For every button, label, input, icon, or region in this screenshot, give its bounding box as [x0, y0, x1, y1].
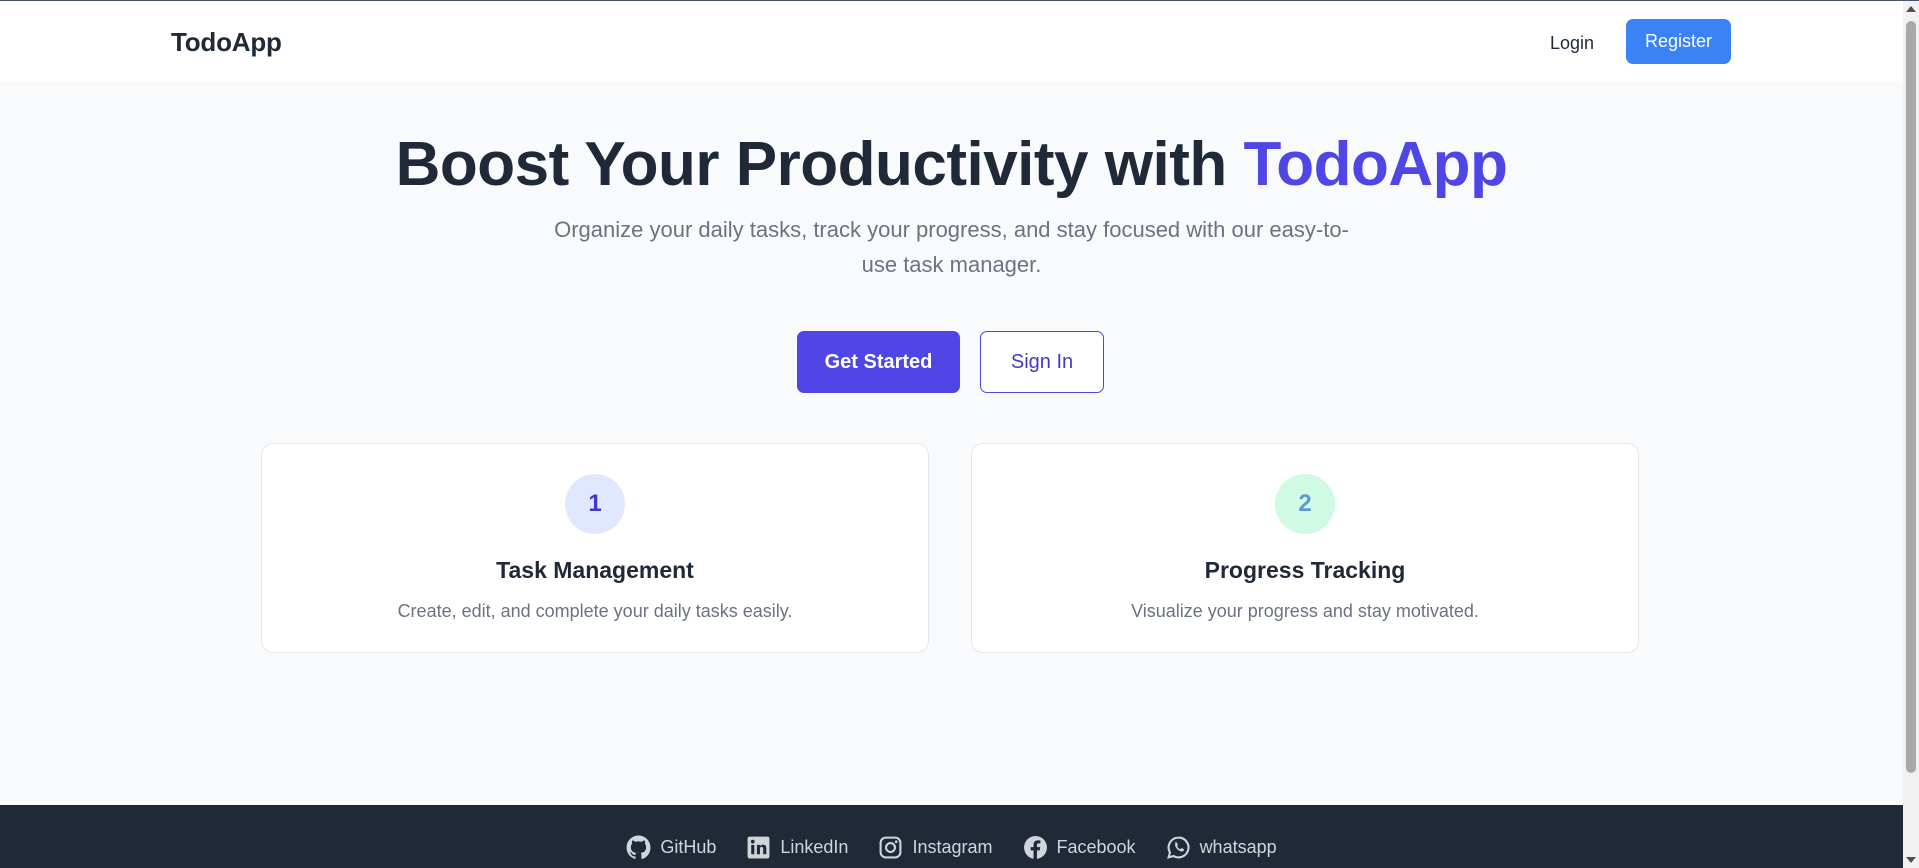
linkedin-icon	[746, 835, 771, 860]
footer-link-github[interactable]: GitHub	[626, 835, 716, 860]
feature-number-badge: 2	[1275, 474, 1335, 534]
feature-card-task-management: 1 Task Management Create, edit, and comp…	[261, 443, 929, 653]
facebook-icon	[1023, 835, 1048, 860]
vertical-scrollbar[interactable]	[1903, 1, 1919, 868]
footer: GitHub LinkedIn Instagram Facebook whats…	[0, 805, 1903, 868]
footer-link-whatsapp[interactable]: whatsapp	[1166, 835, 1277, 860]
navbar: TodoApp Login Register	[0, 1, 1903, 81]
feature-title: Progress Tracking	[1204, 557, 1406, 583]
footer-link-label: whatsapp	[1199, 837, 1277, 857]
feature-card-progress-tracking: 2 Progress Tracking Visualize your progr…	[971, 443, 1639, 653]
feature-title: Task Management	[496, 557, 694, 583]
footer-link-label: GitHub	[660, 837, 717, 857]
footer-link-label: Facebook	[1056, 837, 1136, 857]
footer-link-linkedin[interactable]: LinkedIn	[746, 835, 848, 860]
scroll-down-arrow-icon[interactable]	[1903, 852, 1919, 868]
instagram-icon	[878, 835, 903, 860]
scroll-up-arrow-icon[interactable]	[1903, 1, 1919, 17]
footer-link-facebook[interactable]: Facebook	[1023, 835, 1136, 860]
hero-subtitle: Organize your daily tasks, track your pr…	[554, 217, 1349, 277]
hero-title-accent: TodoApp	[1243, 130, 1508, 199]
github-icon	[626, 835, 651, 860]
sign-in-button[interactable]: Sign In	[980, 331, 1104, 393]
footer-social-links: GitHub LinkedIn Instagram Facebook whats…	[0, 835, 1903, 860]
whatsapp-icon	[1166, 835, 1191, 860]
login-link[interactable]: Login	[1530, 21, 1614, 65]
register-button[interactable]: Register	[1626, 19, 1731, 64]
feature-description: Visualize your progress and stay motivat…	[1131, 601, 1479, 621]
get-started-button[interactable]: Get Started	[797, 331, 960, 393]
feature-number-badge: 1	[565, 474, 625, 534]
hero-title: Boost Your Productivity with TodoApp	[0, 125, 1903, 205]
footer-link-label: Instagram	[912, 837, 993, 857]
brand-logo[interactable]: TodoApp	[171, 27, 282, 58]
footer-link-instagram[interactable]: Instagram	[878, 835, 993, 860]
scrollbar-thumb[interactable]	[1906, 21, 1916, 773]
hero-title-main: Boost Your Productivity with	[395, 130, 1244, 199]
footer-link-label: LinkedIn	[780, 837, 849, 857]
feature-description: Create, edit, and complete your daily ta…	[397, 601, 793, 621]
